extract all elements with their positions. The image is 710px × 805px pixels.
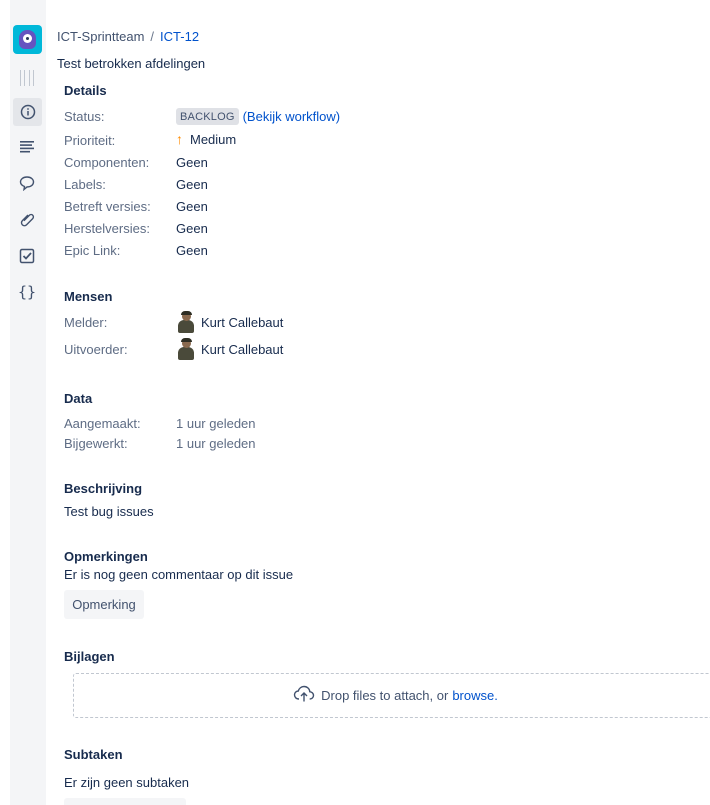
description-heading: Beschrijving	[64, 481, 143, 496]
affects-versions-value[interactable]: Geen	[176, 199, 208, 214]
reporter-name: Kurt Callebaut	[201, 314, 284, 330]
priority-label: Prioriteit:	[64, 133, 116, 148]
priority-medium-icon: ↑	[176, 131, 183, 147]
people-heading: Mensen	[64, 289, 113, 304]
comments-heading: Opmerkingen	[64, 549, 148, 564]
components-label: Componenten:	[64, 155, 150, 170]
breadcrumb: ICT-Sprintteam / ICT-12	[57, 29, 199, 44]
assignee-name: Kurt Callebaut	[201, 341, 284, 357]
components-value[interactable]: Geen	[176, 155, 208, 170]
status-label: Status:	[64, 109, 105, 124]
info-icon[interactable]	[13, 98, 42, 126]
code-braces-icon[interactable]: {}	[17, 282, 37, 302]
comments-empty-text: Er is nog geen commentaar op dit issue	[64, 567, 294, 582]
labels-value[interactable]: Geen	[176, 177, 208, 192]
drag-handle-icon[interactable]	[20, 70, 34, 86]
epic-link-label: Epic Link:	[64, 243, 121, 258]
updated-label: Bijgewerkt:	[64, 436, 128, 451]
updated-value: 1 uur geleden	[176, 436, 256, 451]
issue-summary[interactable]: Test betrokken afdelingen	[57, 56, 205, 71]
fix-versions-label: Herstelversies:	[64, 221, 150, 236]
description-icon[interactable]	[17, 137, 37, 157]
reporter-value[interactable]: Kurt Callebaut	[176, 311, 283, 333]
breadcrumb-project[interactable]: ICT-Sprintteam	[57, 29, 144, 44]
dates-heading: Data	[64, 391, 93, 406]
workflow-link[interactable]: (Bekijk workflow)	[243, 109, 341, 124]
subtasks-empty-text: Er zijn geen subtaken	[64, 775, 190, 790]
fix-versions-value[interactable]: Geen	[176, 221, 208, 236]
attachment-dropzone[interactable]: Drop files to attach, or browse.	[73, 673, 710, 718]
epic-link-value[interactable]: Geen	[176, 243, 208, 258]
subtasks-heading: Subtaken	[64, 747, 123, 762]
upload-cloud-icon	[293, 685, 315, 706]
affects-versions-label: Betreft versies:	[64, 199, 151, 214]
status-value: BACKLOG (Bekijk workflow)	[176, 108, 340, 125]
browse-link[interactable]: browse.	[452, 688, 498, 703]
details-heading: Details	[64, 83, 107, 98]
reporter-label: Melder:	[64, 315, 108, 330]
attachments-heading: Bijlagen	[64, 649, 115, 664]
breadcrumb-issue-key[interactable]: ICT-12	[160, 29, 199, 44]
avatar	[176, 311, 196, 333]
assignee-label: Uitvoerder:	[64, 342, 128, 357]
priority-text: Medium	[190, 131, 237, 147]
created-label: Aangemaakt:	[64, 416, 141, 431]
comment-icon[interactable]	[17, 173, 37, 193]
description-text[interactable]: Test bug issues	[64, 504, 154, 519]
labels-label: Labels:	[64, 177, 106, 192]
add-comment-button[interactable]: Opmerking	[64, 590, 144, 619]
assignee-value[interactable]: Kurt Callebaut	[176, 338, 283, 360]
create-subtask-button[interactable]	[64, 798, 186, 805]
attachment-icon[interactable]	[17, 209, 37, 229]
created-value: 1 uur geleden	[176, 416, 256, 431]
checkbox-icon[interactable]	[17, 246, 37, 266]
breadcrumb-separator: /	[150, 29, 155, 44]
status-lozenge[interactable]: BACKLOG	[176, 108, 239, 125]
drop-text: Drop files to attach, or	[321, 688, 449, 703]
project-logo-icon[interactable]	[13, 25, 42, 54]
priority-value[interactable]: ↑ Medium	[176, 131, 236, 147]
avatar	[176, 338, 196, 360]
